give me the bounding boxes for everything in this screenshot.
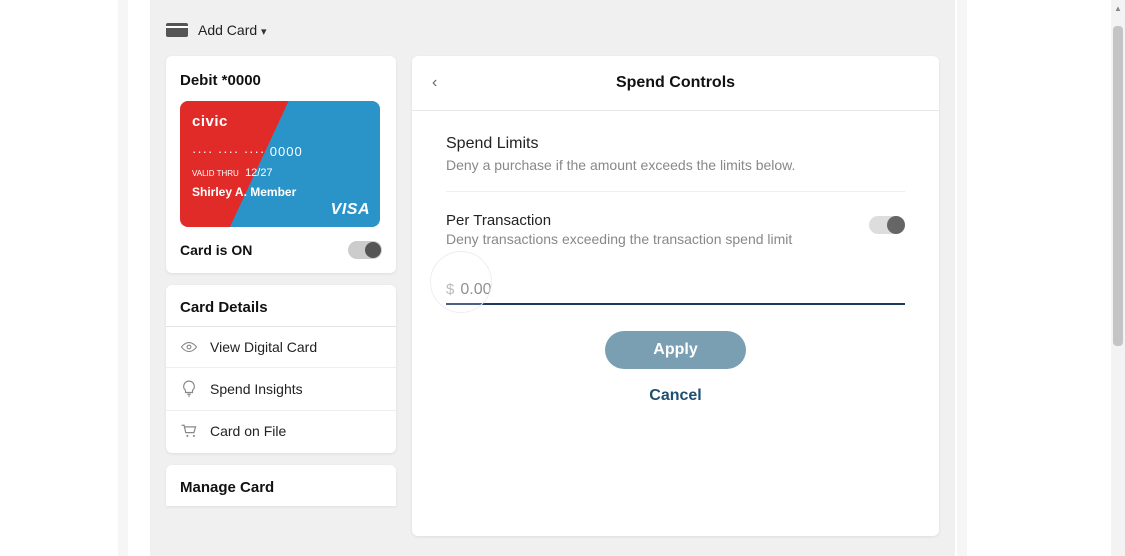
card-title: Debit *0000 (180, 72, 382, 89)
top-bar: Add Card ▾ (166, 0, 939, 56)
card-status-row: Card is ON (180, 241, 382, 259)
card-details-list: View Digital Card Spend Insights Card on… (166, 326, 396, 453)
manage-card-box: Manage Card (166, 465, 396, 506)
menu-label: Spend Insights (210, 381, 303, 397)
spend-limits-title: Spend Limits (446, 135, 905, 153)
per-transaction-text: Per Transaction Deny transactions exceed… (446, 212, 792, 247)
page-scrollbar[interactable]: ▲ (1111, 0, 1125, 556)
card-details-box: Card Details View Digital Card Spend Ins… (166, 285, 396, 453)
apply-button[interactable]: Apply (605, 331, 745, 369)
amount-input[interactable] (460, 281, 540, 299)
right-panel: ‹ Spend Controls Spend Limits Deny a pur… (412, 56, 939, 536)
columns: Debit *0000 civic ···· ···· ···· 0000 VA… (166, 56, 939, 536)
back-button[interactable]: ‹ (432, 74, 437, 92)
menu-item-view-digital-card[interactable]: View Digital Card (166, 327, 396, 368)
content-right-edge (957, 0, 967, 556)
per-transaction-subtitle: Deny transactions exceeding the transact… (446, 231, 792, 247)
chevron-down-icon: ▾ (261, 26, 267, 38)
per-transaction-toggle[interactable] (869, 216, 905, 234)
card-details-title: Card Details (166, 299, 396, 326)
card-on-toggle[interactable] (348, 241, 382, 259)
card-brand: civic (192, 113, 368, 130)
panel-title: Spend Controls (432, 74, 919, 92)
debit-card-graphic: civic ···· ···· ···· 0000 VALID THRU 12/… (180, 101, 380, 227)
card-valid-area: VALID THRU 12/27 (192, 167, 368, 179)
add-card-dropdown[interactable]: Add Card ▾ (198, 22, 267, 38)
per-transaction-title: Per Transaction (446, 212, 792, 229)
cart-icon (180, 423, 198, 439)
eye-icon (180, 341, 198, 353)
menu-label: View Digital Card (210, 339, 317, 355)
menu-item-card-on-file[interactable]: Card on File (166, 411, 396, 453)
content-left-edge (118, 0, 128, 556)
currency-symbol: $ (446, 281, 454, 298)
lightbulb-icon (180, 380, 198, 398)
card-holder: Shirley A. Member (192, 185, 368, 199)
spend-limits-subtitle: Deny a purchase if the amount exceeds th… (446, 157, 905, 173)
divider (446, 191, 905, 192)
amount-input-row: $ (446, 281, 905, 305)
card-status-label: Card is ON (180, 242, 252, 258)
cancel-button[interactable]: Cancel (649, 387, 701, 405)
panel-header: ‹ Spend Controls (412, 56, 939, 111)
card-icon (166, 23, 188, 37)
card-summary-box: Debit *0000 civic ···· ···· ···· 0000 VA… (166, 56, 396, 273)
card-number: ···· ···· ···· 0000 (192, 144, 368, 159)
scroll-up-icon: ▲ (1114, 4, 1122, 13)
menu-label: Card on File (210, 423, 286, 439)
scrollbar-thumb[interactable] (1113, 26, 1123, 346)
valid-thru-label: VALID THRU (192, 170, 239, 178)
per-transaction-row: Per Transaction Deny transactions exceed… (446, 212, 905, 247)
manage-card-title: Manage Card (180, 479, 382, 496)
panel-body: Spend Limits Deny a purchase if the amou… (412, 111, 939, 415)
add-card-label: Add Card (198, 22, 257, 38)
app-container: Add Card ▾ Debit *0000 civic ···· ···· ·… (150, 0, 955, 556)
card-network-logo: VISA (331, 201, 370, 219)
menu-item-spend-insights[interactable]: Spend Insights (166, 368, 396, 411)
left-column: Debit *0000 civic ···· ···· ···· 0000 VA… (166, 56, 396, 506)
valid-thru-date: 12/27 (245, 167, 273, 179)
